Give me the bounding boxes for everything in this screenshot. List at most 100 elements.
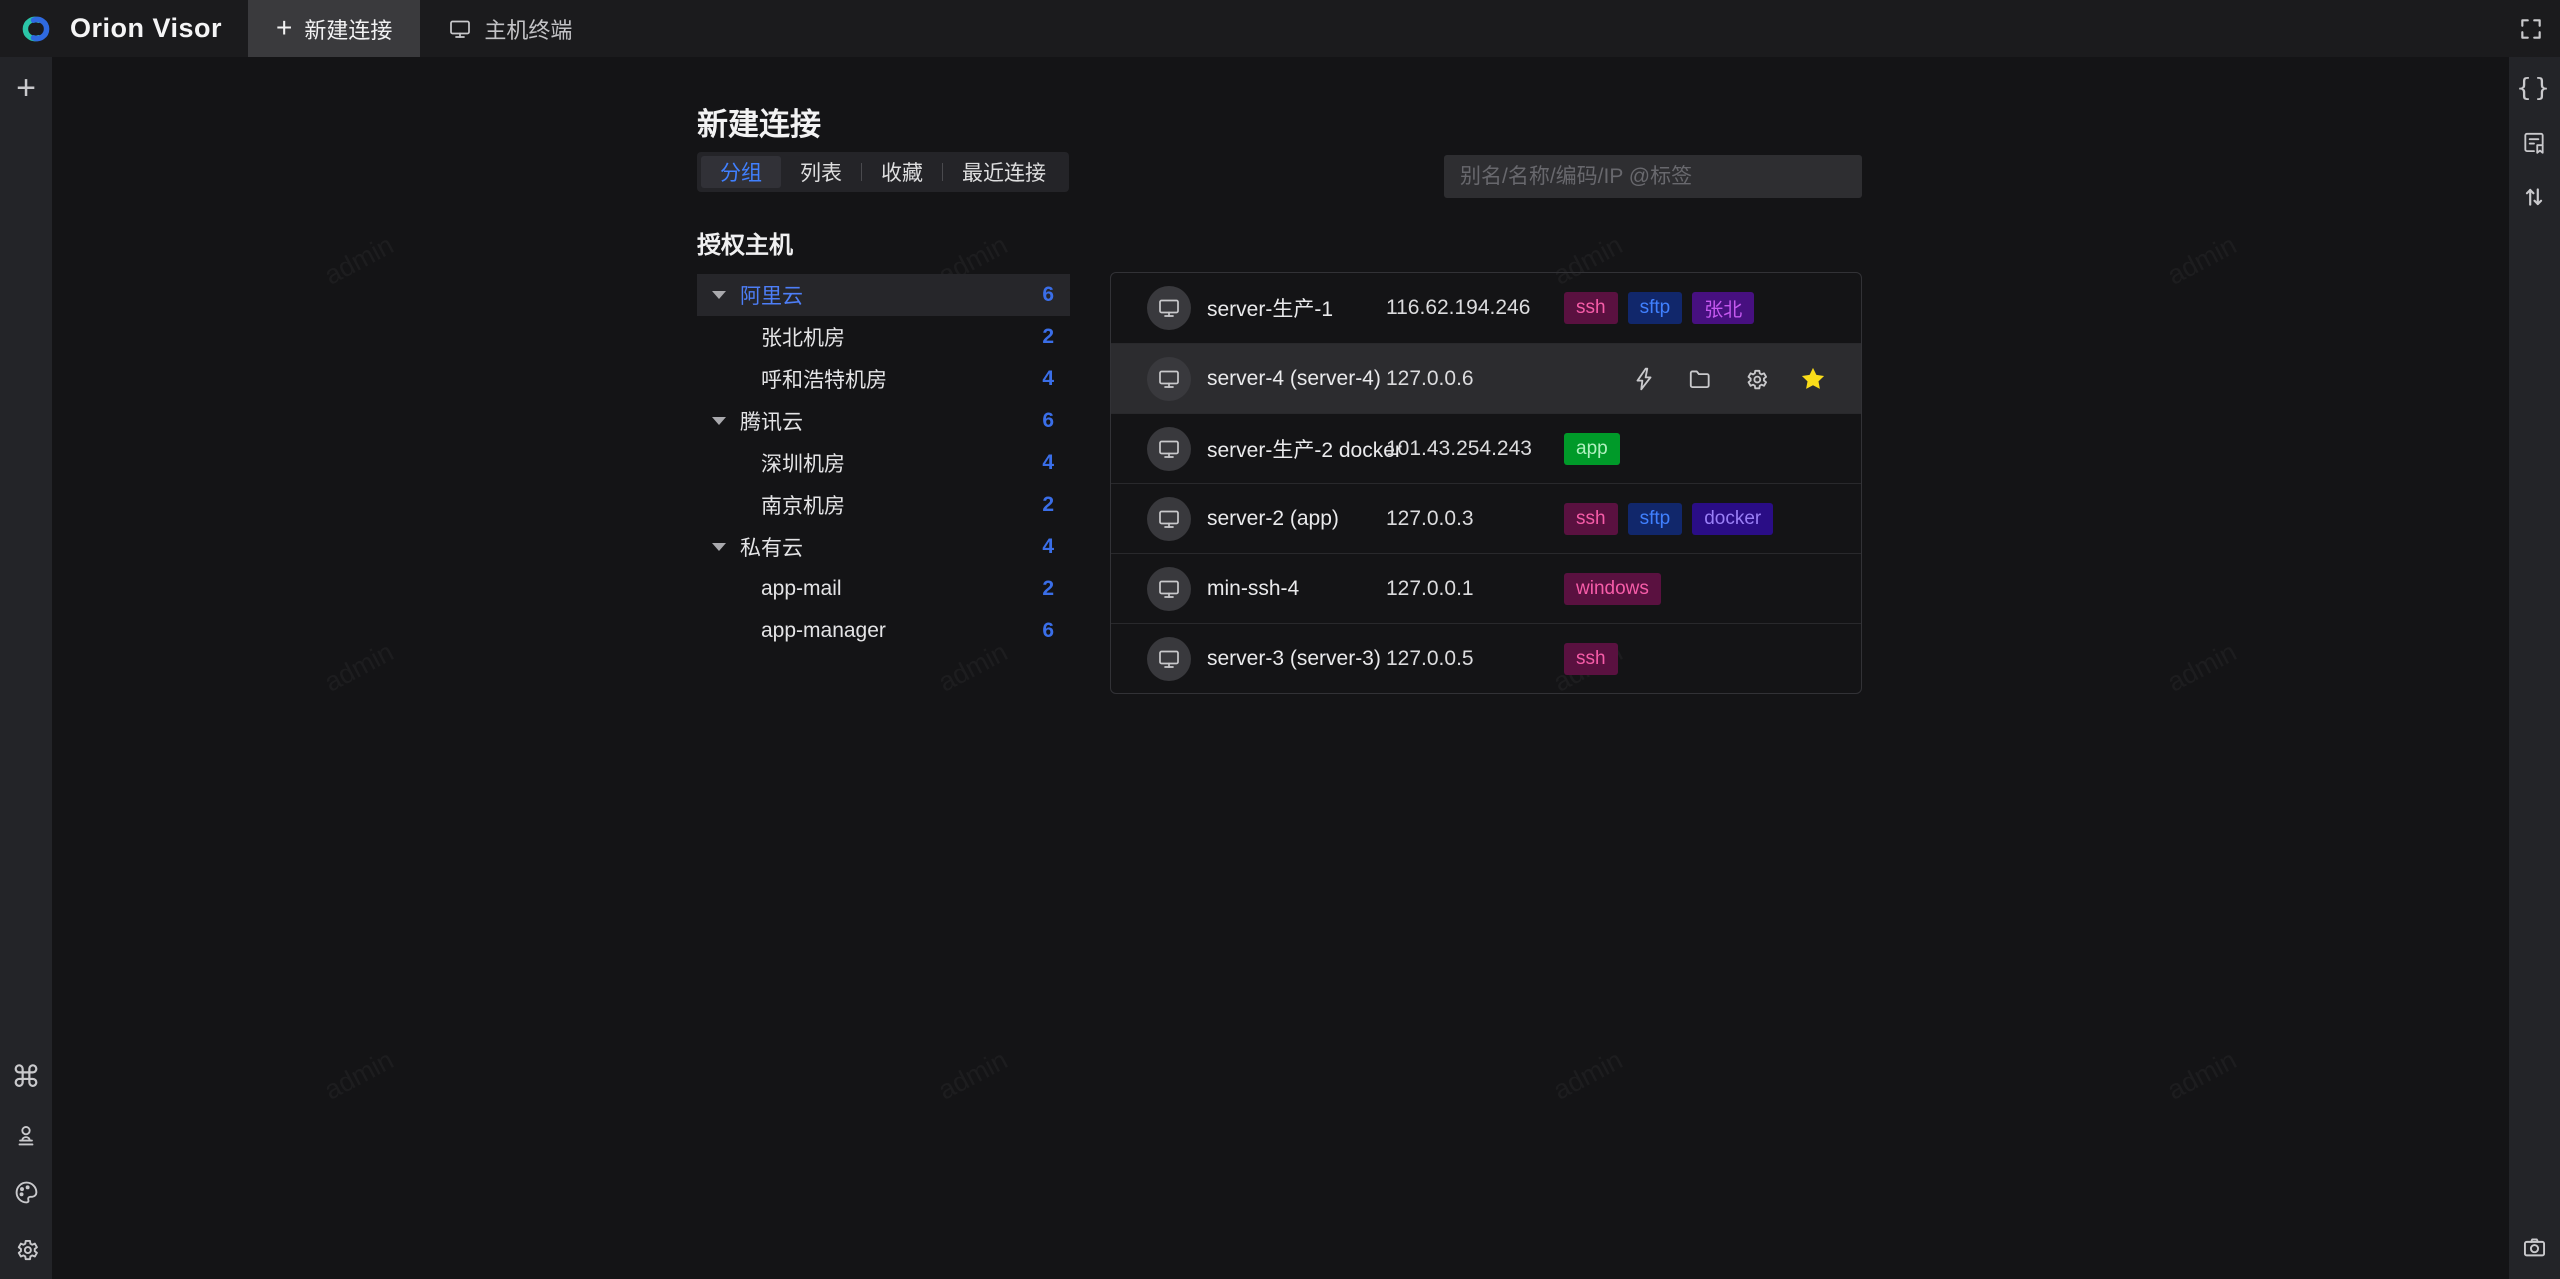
main-content: adminadminadminadmin adminadminadminadmi… <box>52 57 2509 1279</box>
command-snippet-icon[interactable]: ⌘ <box>11 1063 41 1093</box>
tag-ssh: ssh <box>1564 503 1618 535</box>
host-row-server-4[interactable]: server-4 (server-4) 127.0.0.6 <box>1111 343 1861 413</box>
tree-item-zhangbei[interactable]: 张北机房 2 <box>697 316 1070 358</box>
host-ip: 127.0.0.1 <box>1386 577 1564 601</box>
palette-icon[interactable] <box>13 1179 40 1206</box>
tree-label: 深圳机房 <box>761 448 845 478</box>
tag-zhangbei: 张北 <box>1692 292 1754 324</box>
host-avatar <box>1147 427 1191 471</box>
host-avatar <box>1147 497 1191 541</box>
brand[interactable]: Orion Visor <box>0 0 248 57</box>
monitor-icon <box>1157 577 1181 601</box>
sftp-folder-icon[interactable] <box>1687 366 1713 392</box>
host-count-badge: 6 <box>1042 283 1054 307</box>
view-tab-list[interactable]: 列表 <box>781 156 861 188</box>
tab-host-terminal-label: 主机终端 <box>484 13 572 45</box>
host-count-badge: 4 <box>1042 535 1054 559</box>
tree-item-nanjing[interactable]: 南京机房 2 <box>697 484 1070 526</box>
app-window: Orion Visor + 新建连接 主机终端 + ⌘ <box>0 0 2560 1279</box>
stamp-icon[interactable] <box>13 1123 39 1149</box>
settings-icon[interactable] <box>1743 366 1769 392</box>
tree-label: 呼和浩特机房 <box>761 364 887 394</box>
form-bookmark-icon[interactable] <box>2521 130 2547 156</box>
monitor-icon <box>1157 437 1181 461</box>
host-tags: ssh sftp 张北 <box>1564 292 1754 324</box>
tree-item-huhehaote[interactable]: 呼和浩特机房 4 <box>697 358 1070 400</box>
host-count-badge: 2 <box>1042 493 1054 517</box>
host-row-server-prod-1[interactable]: server-生产-1 116.62.194.246 ssh sftp 张北 <box>1111 273 1861 343</box>
tree-group-tencent[interactable]: 腾讯云 6 <box>697 400 1070 442</box>
sidebar-left: + ⌘ <box>0 57 52 1279</box>
host-count-badge: 2 <box>1042 577 1054 601</box>
host-avatar <box>1147 567 1191 611</box>
host-count-badge: 6 <box>1042 619 1054 643</box>
tab-new-connection-label: 新建连接 <box>304 13 392 45</box>
tag-ssh: ssh <box>1564 643 1618 675</box>
host-name: server-3 (server-3) <box>1207 647 1386 671</box>
camera-icon[interactable] <box>2521 1234 2548 1261</box>
host-ip: 127.0.0.3 <box>1386 507 1564 531</box>
view-tabs: 分组 列表 收藏 最近连接 <box>697 152 1069 192</box>
host-row-server-prod-2[interactable]: server-生产-2 docker 101.43.254.243 app <box>1111 413 1861 483</box>
view-tab-group[interactable]: 分组 <box>701 156 781 188</box>
tree-item-app-mail[interactable]: app-mail 2 <box>697 568 1070 610</box>
monitor-icon <box>1157 507 1181 531</box>
tab-new-connection[interactable]: + 新建连接 <box>248 0 420 57</box>
host-count-badge: 2 <box>1042 325 1054 349</box>
view-tab-favorites[interactable]: 收藏 <box>862 156 942 188</box>
host-name: server-生产-1 <box>1207 293 1386 323</box>
host-ip: 127.0.0.5 <box>1386 647 1564 671</box>
fullscreen-icon[interactable] <box>2518 16 2544 42</box>
host-tags: app <box>1564 433 1620 465</box>
host-tags: windows <box>1564 573 1661 605</box>
tree-label: 私有云 <box>740 532 803 562</box>
tab-host-terminal[interactable]: 主机终端 <box>420 0 600 57</box>
host-row-min-ssh-4[interactable]: min-ssh-4 127.0.0.1 windows <box>1111 553 1861 623</box>
host-name: server-生产-2 docker <box>1207 434 1386 464</box>
gear-icon[interactable] <box>13 1236 40 1263</box>
host-name: min-ssh-4 <box>1207 577 1386 601</box>
view-tab-recent[interactable]: 最近连接 <box>943 156 1065 188</box>
search-input[interactable] <box>1444 155 1862 198</box>
host-row-server-3[interactable]: server-3 (server-3) 127.0.0.5 ssh <box>1111 623 1861 693</box>
page-title: 新建连接 <box>697 99 821 144</box>
host-list: server-生产-1 116.62.194.246 ssh sftp 张北 s… <box>1110 272 1862 694</box>
tree-item-shenzhen[interactable]: 深圳机房 4 <box>697 442 1070 484</box>
terminal-connect-icon[interactable] <box>1631 366 1657 392</box>
monitor-icon <box>448 17 472 41</box>
caret-down-icon[interactable] <box>712 291 726 299</box>
host-row-server-2[interactable]: server-2 (app) 127.0.0.3 ssh sftp docker <box>1111 483 1861 553</box>
favorite-star-icon[interactable] <box>1799 365 1827 393</box>
host-count-badge: 6 <box>1042 409 1054 433</box>
host-name: server-2 (app) <box>1207 507 1386 531</box>
tag-windows: windows <box>1564 573 1661 605</box>
tag-ssh: ssh <box>1564 292 1618 324</box>
caret-down-icon[interactable] <box>712 543 726 551</box>
tag-docker: docker <box>1692 503 1773 535</box>
host-name: server-4 (server-4) <box>1207 367 1386 391</box>
monitor-icon <box>1157 647 1181 671</box>
host-row-actions <box>1631 344 1827 413</box>
tree-group-private-cloud[interactable]: 私有云 4 <box>697 526 1070 568</box>
tree-item-app-manager[interactable]: app-manager 6 <box>697 610 1070 652</box>
topbar: Orion Visor + 新建连接 主机终端 <box>0 0 2560 57</box>
host-count-badge: 4 <box>1042 451 1054 475</box>
braces-icon[interactable]: {} <box>2516 73 2552 102</box>
tree-group-aliyun[interactable]: 阿里云 6 <box>697 274 1070 316</box>
sort-arrows-icon[interactable] <box>2521 184 2547 210</box>
host-tags: ssh sftp docker <box>1564 503 1773 535</box>
host-group-tree: 阿里云 6 张北机房 2 呼和浩特机房 4 腾讯云 6 深圳机房 4 南京机房 <box>697 274 1070 652</box>
tree-label: 腾讯云 <box>740 406 803 436</box>
plus-icon: + <box>276 14 292 42</box>
tag-sftp: sftp <box>1628 292 1683 324</box>
search-box <box>1444 155 1862 198</box>
caret-down-icon[interactable] <box>712 417 726 425</box>
tree-label: 张北机房 <box>761 322 845 352</box>
topbar-spacer <box>600 0 2518 57</box>
host-count-badge: 4 <box>1042 367 1054 391</box>
app-title: Orion Visor <box>70 13 222 44</box>
host-ip: 101.43.254.243 <box>1386 437 1564 461</box>
tag-app: app <box>1564 433 1620 465</box>
host-tags: ssh <box>1564 643 1618 675</box>
add-connection-plus-icon[interactable]: + <box>16 71 36 105</box>
